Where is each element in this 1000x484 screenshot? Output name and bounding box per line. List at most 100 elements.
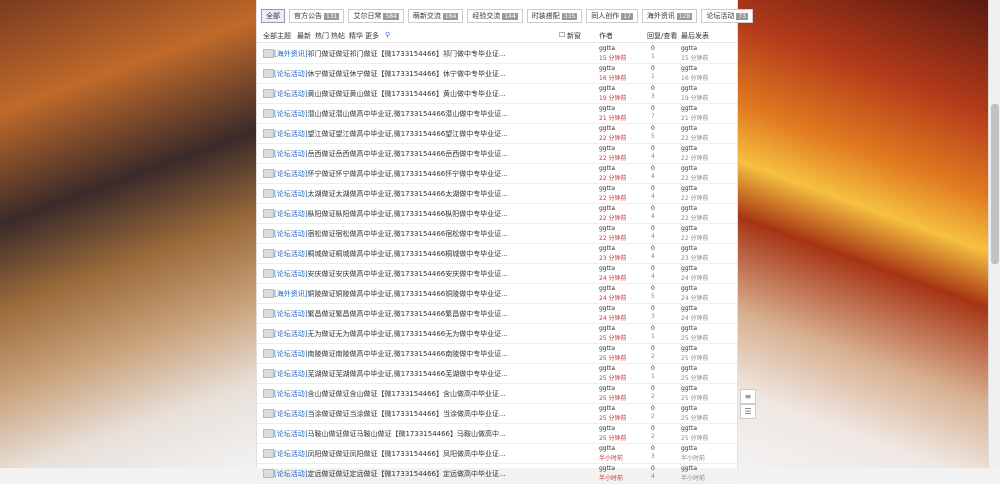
- last-post-time[interactable]: 22 分钟前: [681, 193, 709, 202]
- last-post-author[interactable]: ggtta: [681, 45, 697, 52]
- thread-category-tag[interactable]: [论坛活动]: [274, 130, 307, 138]
- thread-author[interactable]: ggtta: [599, 65, 615, 72]
- thread-title-text[interactable]: 望江做证望江做高中毕业证,微1733154466望江做中专毕业证...: [307, 130, 507, 138]
- tab-3[interactable]: 萌新交流 164: [407, 9, 464, 23]
- thread-author[interactable]: ggtta: [599, 465, 615, 472]
- thread-title[interactable]: [论坛活动]安庆做证安庆做高中毕业证,微1733154466安庆做中专毕业证..…: [274, 269, 594, 279]
- tab-7[interactable]: 海外资讯 128: [641, 9, 698, 23]
- thread-category-tag[interactable]: [论坛活动]: [274, 170, 307, 178]
- filter-more[interactable]: 更多: [365, 31, 379, 41]
- thread-title-text[interactable]: 怀宁做证怀宁做高中毕业证,微1733154466怀宁做中专毕业证...: [307, 170, 507, 178]
- thread-category-tag[interactable]: [海外资讯]: [274, 290, 307, 298]
- thread-title[interactable]: [论坛活动]无为做证无为做高中毕业证,微1733154466无为做中专毕业证..…: [274, 329, 594, 339]
- thread-title[interactable]: [论坛活动]潜山做证潜山做高中毕业证,微1733154466潜山做中专毕业证..…: [274, 109, 594, 119]
- thread-title-text[interactable]: 枞阳做证枞阳做高中毕业证,微1733154466枞阳做中专毕业证...: [307, 210, 507, 218]
- thread-title[interactable]: [论坛活动]岳西做证岳西做高中毕业证,微1733154466岳西做中专毕业证..…: [274, 149, 594, 159]
- thread-author[interactable]: ggtta: [599, 145, 615, 152]
- thread-title-text[interactable]: 南陵做证南陵做高中毕业证,微1733154466南陵做中专毕业证...: [307, 350, 507, 358]
- tab-5[interactable]: 时装搭配 335: [526, 9, 583, 23]
- last-post-author[interactable]: ggtta: [681, 145, 697, 152]
- search-icon[interactable]: ⚲: [385, 31, 390, 39]
- thread-title[interactable]: [论坛活动]南陵做证南陵做高中毕业证,微1733154466南陵做中专毕业证..…: [274, 349, 594, 359]
- thread-author[interactable]: ggtta: [599, 325, 615, 332]
- thread-category-tag[interactable]: [论坛活动]: [274, 410, 307, 418]
- last-post-time[interactable]: 25 分钟前: [681, 373, 709, 382]
- last-post-author[interactable]: ggtta: [681, 205, 697, 212]
- thread-category-tag[interactable]: [论坛活动]: [274, 430, 307, 438]
- last-post-time[interactable]: 15 分钟前: [681, 53, 709, 62]
- thread-category-tag[interactable]: [论坛活动]: [274, 470, 307, 478]
- thread-title[interactable]: [论坛活动]休宁做证做证休宁做证【微1733154466】休宁做中专毕业证...: [274, 69, 594, 79]
- thread-title[interactable]: [论坛活动]当涂做证做证当涂做证【微1733154466】当涂做高中毕业证...: [274, 409, 594, 419]
- tab-1[interactable]: 官方公告 131: [289, 9, 345, 23]
- new-window-checkbox[interactable]: ☐: [559, 31, 565, 39]
- thread-title-text[interactable]: 桐城做证桐城做高中毕业证,微1733154466桐城做中专毕业证...: [307, 250, 507, 258]
- thread-author[interactable]: ggtta: [599, 345, 615, 352]
- thread-category-tag[interactable]: [论坛活动]: [274, 370, 307, 378]
- last-post-author[interactable]: ggtta: [681, 285, 697, 292]
- last-post-author[interactable]: ggtta: [681, 345, 697, 352]
- last-post-author[interactable]: ggtta: [681, 405, 697, 412]
- thread-title-text[interactable]: 定远做证做证定远做证【微1733154466】定远做高中毕业证...: [307, 470, 505, 478]
- last-post-time[interactable]: 25 分钟前: [681, 433, 709, 442]
- thread-author[interactable]: ggtta: [599, 285, 615, 292]
- thread-title[interactable]: [论坛活动]望江做证望江做高中毕业证,微1733154466望江做中专毕业证..…: [274, 129, 594, 139]
- thread-category-tag[interactable]: [论坛活动]: [274, 330, 307, 338]
- last-post-time[interactable]: 25 分钟前: [681, 393, 709, 402]
- thread-title-text[interactable]: 含山做证做证含山做证【微1733154466】含山做高中毕业证...: [307, 390, 505, 398]
- last-post-time[interactable]: 22 分钟前: [681, 233, 709, 242]
- tab-4[interactable]: 经验交流 144: [467, 9, 523, 23]
- last-post-author[interactable]: ggtta: [681, 425, 697, 432]
- thread-category-tag[interactable]: [论坛活动]: [274, 390, 307, 398]
- page-scrollbar[interactable]: [988, 0, 1000, 468]
- last-post-author[interactable]: ggtta: [681, 165, 697, 172]
- last-post-time[interactable]: 19 分钟前: [681, 93, 709, 102]
- thread-title-text[interactable]: 当涂做证做证当涂做证【微1733154466】当涂做高中毕业证...: [307, 410, 505, 418]
- last-post-time[interactable]: 24 分钟前: [681, 293, 709, 302]
- thread-title-text[interactable]: 岳西做证岳西做高中毕业证,微1733154466岳西做中专毕业证...: [307, 150, 507, 158]
- tab-6[interactable]: 同人创作 17: [586, 9, 638, 23]
- last-post-time[interactable]: 16 分钟前: [681, 73, 709, 82]
- last-post-time[interactable]: 25 分钟前: [681, 333, 709, 342]
- thread-category-tag[interactable]: [论坛活动]: [274, 310, 307, 318]
- thread-title-text[interactable]: 繁昌做证繁昌做高中毕业证,微1733154466繁昌做中专毕业证...: [307, 310, 507, 318]
- filter-all-threads[interactable]: 全部主题: [263, 31, 291, 41]
- thread-title[interactable]: [论坛活动]枞阳做证枞阳做高中毕业证,微1733154466枞阳做中专毕业证..…: [274, 209, 594, 219]
- filter-latest[interactable]: 最新: [297, 31, 311, 41]
- last-post-author[interactable]: ggtta: [681, 365, 697, 372]
- last-post-time[interactable]: 22 分钟前: [681, 213, 709, 222]
- back-to-top-button[interactable]: ≡: [740, 389, 756, 404]
- thread-title[interactable]: [论坛活动]桐城做证桐城做高中毕业证,微1733154466桐城做中专毕业证..…: [274, 249, 594, 259]
- last-post-author[interactable]: ggtta: [681, 225, 697, 232]
- thread-author[interactable]: ggtta: [599, 185, 615, 192]
- thread-author[interactable]: ggtta: [599, 85, 615, 92]
- thread-title-text[interactable]: 无为做证无为做高中毕业证,微1733154466无为做中专毕业证...: [307, 330, 507, 338]
- thread-category-tag[interactable]: [论坛活动]: [274, 210, 307, 218]
- last-post-time[interactable]: 22 分钟前: [681, 153, 709, 162]
- last-post-author[interactable]: ggtta: [681, 245, 697, 252]
- last-post-time[interactable]: 半小时前: [681, 453, 705, 462]
- last-post-author[interactable]: ggtta: [681, 325, 697, 332]
- thread-title-text[interactable]: 太湖做证太湖做高中毕业证,微1733154466太湖做中专毕业证...: [307, 190, 507, 198]
- thread-title[interactable]: [海外资讯]铜陵做证铜陵做高中毕业证,微1733154466铜陵做中专毕业证..…: [274, 289, 594, 299]
- filter-hot[interactable]: 热门: [315, 31, 329, 41]
- thread-title-text[interactable]: 黄山做证做证黄山做证【微1733154466】黄山做中专毕业证...: [307, 90, 505, 98]
- thread-title-text[interactable]: 祁门做证做证祁门做证【微1733154466】祁门做中专毕业证...: [307, 50, 505, 58]
- thread-title-text[interactable]: 凤阳做证做证凤阳做证【微1733154466】凤阳做高中毕业证...: [307, 450, 505, 458]
- thread-title[interactable]: [论坛活动]怀宁做证怀宁做高中毕业证,微1733154466怀宁做中专毕业证..…: [274, 169, 594, 179]
- last-post-author[interactable]: ggtta: [681, 305, 697, 312]
- last-post-author[interactable]: ggtta: [681, 265, 697, 272]
- thread-author[interactable]: ggtta: [599, 365, 615, 372]
- thread-title[interactable]: [论坛活动]太湖做证太湖做高中毕业证,微1733154466太湖做中专毕业证..…: [274, 189, 594, 199]
- thread-author[interactable]: ggtta: [599, 45, 615, 52]
- scrollbar-thumb[interactable]: [991, 104, 999, 264]
- thread-author[interactable]: ggtta: [599, 165, 615, 172]
- last-post-time[interactable]: 24 分钟前: [681, 313, 709, 322]
- last-post-time[interactable]: 半小时前: [681, 473, 705, 482]
- last-post-author[interactable]: ggtta: [681, 125, 697, 132]
- thread-author[interactable]: ggtta: [599, 125, 615, 132]
- last-post-author[interactable]: ggtta: [681, 445, 697, 452]
- thread-title[interactable]: [论坛活动]黄山做证做证黄山做证【微1733154466】黄山做中专毕业证...: [274, 89, 594, 99]
- thread-title[interactable]: [论坛活动]繁昌做证繁昌做高中毕业证,微1733154466繁昌做中专毕业证..…: [274, 309, 594, 319]
- thread-category-tag[interactable]: [论坛活动]: [274, 150, 307, 158]
